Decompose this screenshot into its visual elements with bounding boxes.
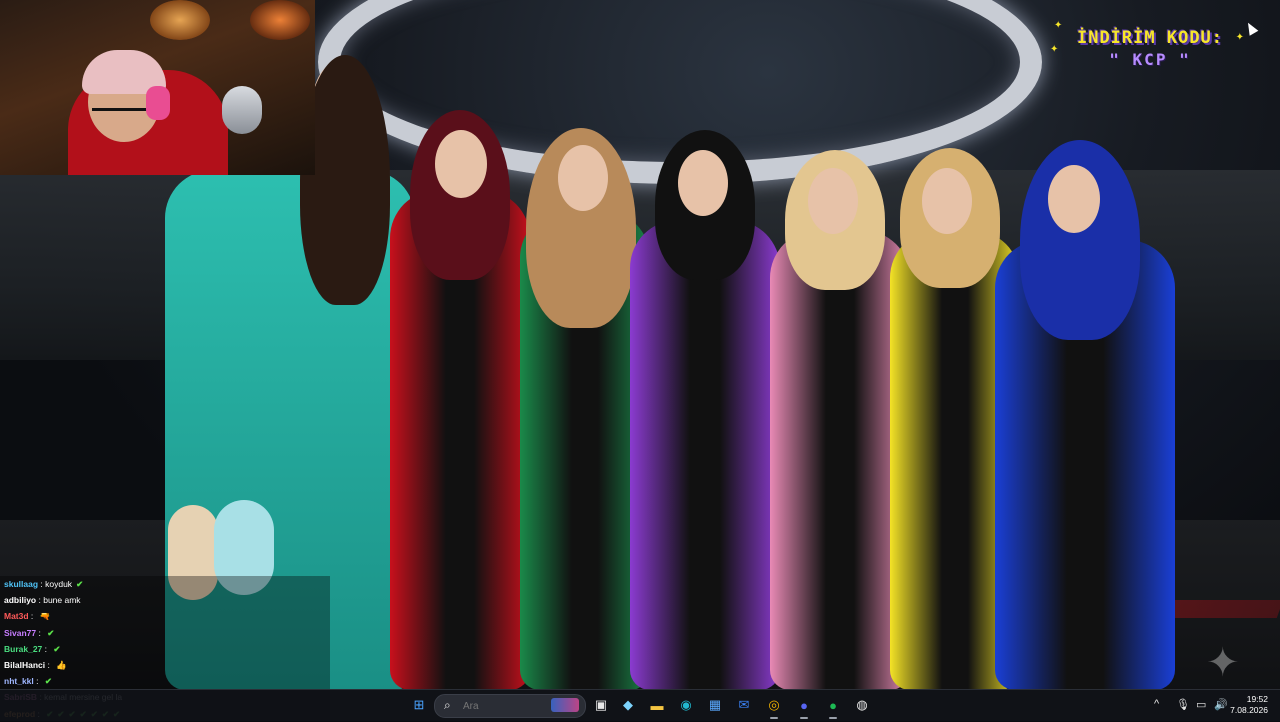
chat-emote-icon: ✔ xyxy=(76,579,84,589)
chat-username[interactable]: skullaag xyxy=(4,579,38,589)
sparkle-watermark-icon: ✦ xyxy=(1206,641,1240,685)
webcam-lamp-2 xyxy=(250,0,310,40)
chat-username[interactable]: Mat3d xyxy=(4,611,29,621)
microphone-icon[interactable]: 🎙 xyxy=(1176,698,1190,711)
chat-message: Mat3d : 🔫 xyxy=(0,608,330,624)
sparkle-icon: ✦ xyxy=(1050,44,1059,55)
windows-taskbar: ⌕ ^ 🎙 ▭ 🔊 19:52 7.08.2026 ⊞ ▣◆ ▬ ◉ ▦ ✉ ◎ ● ● ◍ xyxy=(0,689,1280,721)
chat-text: bune amk xyxy=(43,595,81,606)
person-red-head xyxy=(435,130,487,198)
chat-username[interactable]: Burak_27 xyxy=(4,644,42,654)
chat-separator: : xyxy=(42,643,50,654)
chat-username[interactable]: Sivan77 xyxy=(4,628,36,638)
chat-separator: : xyxy=(28,611,36,622)
chat-separator: : xyxy=(36,627,44,638)
display-icon[interactable]: ▭ xyxy=(1196,698,1206,711)
sparkle-icon: ✦ xyxy=(1235,32,1244,43)
chat-emote-icon: 🔫 xyxy=(39,611,51,622)
search-input[interactable] xyxy=(461,697,545,715)
mail-icon[interactable]: ✉ xyxy=(733,694,755,716)
chat-separator: : xyxy=(45,659,53,670)
discount-code-overlay: ✦ ✦ ✦ İNDİRİM KODU: " KCP " xyxy=(1050,20,1244,69)
chrome-icon[interactable]: ◎ xyxy=(763,694,785,716)
person-yellow-head xyxy=(922,168,972,234)
running-app-indicator xyxy=(800,717,808,719)
chevron-up-icon[interactable]: ^ xyxy=(1154,698,1159,710)
store-icon[interactable]: ▦ xyxy=(704,694,726,716)
person-purple xyxy=(630,220,780,690)
clock-date: 7.08.2026 xyxy=(1230,705,1268,715)
chat-emote-icon: ✔ xyxy=(44,676,52,687)
task-view-icon[interactable]: ▣ xyxy=(590,694,612,716)
microphone-icon xyxy=(222,86,262,134)
chat-username[interactable]: BilalHanci xyxy=(4,660,45,670)
chat-username[interactable]: adbiliyo xyxy=(4,595,36,605)
windows-start-icon[interactable]: ⊞ xyxy=(408,694,430,716)
running-app-indicator xyxy=(770,717,778,719)
chat-message: Sivan77 : ✔ xyxy=(0,625,330,641)
steam-icon[interactable]: ◍ xyxy=(851,694,873,716)
search-icon: ⌕ xyxy=(444,698,451,712)
clock-time: 19:52 xyxy=(1246,694,1268,704)
chat-separator: : xyxy=(33,676,41,687)
sparkle-icon: ✦ xyxy=(1054,20,1063,31)
chat-emote-icon: 👍 xyxy=(56,659,67,670)
person-purple-head xyxy=(678,150,728,216)
spotify-icon[interactable]: ● xyxy=(822,694,844,716)
chat-message: Burak_27 : ✔ xyxy=(0,641,330,657)
person-green-head xyxy=(558,145,608,211)
chat-text: koyduk xyxy=(45,579,73,589)
system-tray: ^ 🎙 ▭ 🔊 19:52 7.08.2026 xyxy=(1140,690,1280,721)
webcam-overlay xyxy=(0,0,315,175)
discount-code-label: İNDİRİM KODU: xyxy=(1076,28,1224,48)
clock[interactable]: 19:52 7.08.2026 xyxy=(1230,694,1268,716)
taskbar-search-box[interactable]: ⌕ xyxy=(434,694,586,718)
search-highlight-badge xyxy=(551,698,579,712)
person-blue-head xyxy=(1048,165,1100,233)
discount-code-value: " KCP " xyxy=(1109,50,1191,69)
person-pink xyxy=(770,230,910,690)
person-pink-head xyxy=(808,168,858,234)
chat-emote-icon: ✔ xyxy=(53,643,61,654)
edge-icon[interactable]: ◉ xyxy=(675,694,697,716)
webcam-lamp xyxy=(150,0,210,40)
copilot-icon[interactable]: ◆ xyxy=(617,694,639,716)
chat-message: skullaag : koyduk ✔ xyxy=(0,576,330,592)
chat-message: adbiliyo : bune amk xyxy=(0,592,330,608)
discord-icon[interactable]: ● xyxy=(793,694,815,716)
volume-icon[interactable]: 🔊 xyxy=(1214,698,1228,711)
file-explorer-icon[interactable]: ▬ xyxy=(646,694,668,716)
chat-message: nht_kkl : ✔ xyxy=(0,673,330,689)
chat-emote-icon: ✔ xyxy=(47,627,55,638)
chat-message: BilalHanci : 👍 xyxy=(0,657,330,673)
chat-username[interactable]: nht_kkl xyxy=(4,676,34,686)
headset-icon xyxy=(146,86,170,120)
running-app-indicator xyxy=(829,717,837,719)
